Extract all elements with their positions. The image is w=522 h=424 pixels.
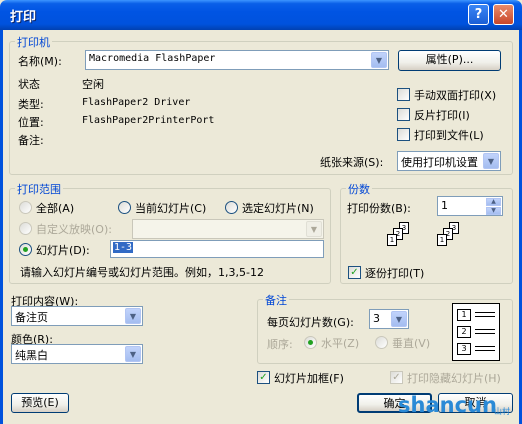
order-label: 顺序: (267, 338, 293, 351)
manual-duplex-checkbox[interactable] (397, 88, 410, 101)
range-selection-radio[interactable] (225, 201, 238, 214)
print-hidden-label: 打印隐藏幻灯片(H) (407, 372, 501, 385)
note-line (475, 329, 495, 330)
handouts-legend: 备注 (263, 292, 289, 308)
printer-name-combo[interactable]: Macromedia FlashPaper ▼ (85, 50, 389, 70)
window-title: 打印 (10, 10, 37, 25)
print-what-value: 备注页 (15, 311, 48, 324)
page-icon: 1 (437, 234, 447, 246)
copies-legend: 份数 (346, 181, 372, 197)
properties-button[interactable]: 属性(P)... (398, 50, 501, 71)
copies-count-value: 1 (441, 199, 448, 212)
range-hint: 请输入幻灯片编号或幻灯片范围。例如，1,3,5-12 (20, 266, 264, 279)
copies-spinner[interactable]: 1 ▲ ▼ (437, 196, 503, 216)
handout-preview: 1 2 3 (452, 303, 500, 361)
print-what-combo[interactable]: 备注页 ▼ (11, 306, 143, 326)
close-button[interactable]: ✕ (493, 4, 514, 25)
range-all-label: 全部(A) (36, 202, 75, 215)
note-line (475, 350, 495, 351)
location-value: FlashPaper2PrinterPort (82, 115, 215, 126)
help-button[interactable]: ? (468, 4, 489, 25)
collate-label: 逐份打印(T) (365, 267, 425, 280)
spin-down-icon[interactable]: ▼ (486, 207, 501, 215)
range-current-radio[interactable] (118, 201, 131, 214)
slides-input-value: 1-3 (113, 242, 134, 253)
range-all-radio[interactable] (19, 201, 32, 214)
preview-button[interactable]: 预览(E) (11, 393, 69, 413)
status-value: 空闲 (82, 78, 104, 91)
note-line (475, 316, 495, 317)
per-page-label: 每页幻灯片数(G): (267, 316, 354, 329)
frame-slides-checkbox[interactable]: ✓ (257, 371, 270, 384)
range-current-label: 当前幻灯片(C) (135, 202, 207, 215)
spin-up-icon[interactable]: ▲ (486, 198, 501, 206)
preview-slide: 1 (457, 309, 471, 321)
chevron-down-icon: ▼ (125, 308, 141, 324)
type-value: FlashPaper2 Driver (82, 97, 191, 108)
order-vertical-label: 垂直(V) (392, 337, 431, 350)
color-combo[interactable]: 纯黑白 ▼ (11, 344, 143, 364)
type-label: 类型: (18, 98, 44, 111)
collate-icon: 3 2 1 (433, 222, 473, 260)
page-icon: 1 (387, 234, 397, 246)
paper-source-label: 纸张来源(S): (320, 156, 384, 169)
print-hidden-checkbox[interactable]: ✓ (390, 371, 403, 384)
note-line (475, 346, 495, 347)
preview-slide: 3 (457, 343, 471, 355)
print-to-file-label: 打印到文件(L) (414, 129, 484, 142)
chevron-down-icon: ▼ (306, 221, 322, 237)
order-horizontal-label: 水平(Z) (321, 337, 360, 350)
order-vertical-radio[interactable] (375, 336, 388, 349)
preview-slide: 2 (457, 326, 471, 338)
note-line (475, 333, 495, 334)
status-label: 状态 (18, 78, 40, 91)
watermark-subtext: 山村 (494, 407, 510, 416)
paper-source-combo[interactable]: 使用打印机设置 ▼ (397, 151, 501, 171)
color-value: 纯黑白 (15, 349, 48, 362)
title-bar (0, 0, 522, 30)
chevron-down-icon: ▼ (125, 346, 141, 362)
window-frame-left (0, 30, 3, 424)
custom-show-combo[interactable]: ▼ (132, 219, 324, 239)
manual-duplex-label: 手动双面打印(X) (414, 89, 497, 102)
printer-name-label: 名称(M): (18, 55, 62, 68)
print-to-file-checkbox[interactable] (397, 128, 410, 141)
range-slides-radio[interactable] (19, 243, 32, 256)
paper-source-value: 使用打印机设置 (401, 156, 478, 169)
slides-input[interactable]: 1-3 (110, 240, 324, 258)
reverse-print-label: 反片打印(I) (414, 109, 470, 122)
frame-slides-label: 幻灯片加框(F) (274, 372, 344, 385)
chevron-down-icon: ▼ (391, 311, 407, 327)
watermark-logo: shancun (398, 393, 497, 417)
chevron-down-icon: ▼ (483, 153, 499, 169)
reverse-print-checkbox[interactable] (397, 108, 410, 121)
range-custom-label: 自定义放映(O): (36, 223, 112, 236)
printer-name-value: Macromedia FlashPaper (89, 53, 216, 64)
order-horizontal-radio[interactable] (304, 336, 317, 349)
location-label: 位置: (18, 116, 44, 129)
comment-label: 备注: (18, 134, 44, 147)
note-line (475, 312, 495, 313)
print-range-legend: 打印范围 (15, 181, 63, 197)
chevron-down-icon: ▼ (371, 52, 387, 68)
per-page-combo[interactable]: 3 ▼ (369, 309, 409, 329)
range-slides-label: 幻灯片(D): (36, 244, 90, 257)
per-page-value: 3 (373, 312, 380, 325)
range-custom-radio[interactable] (19, 222, 32, 235)
range-selection-label: 选定幻灯片(N) (242, 202, 314, 215)
collate-icon: 3 2 1 (383, 222, 423, 260)
copies-count-label: 打印份数(B): (347, 202, 411, 215)
collate-checkbox[interactable]: ✓ (348, 266, 361, 279)
printer-legend: 打印机 (15, 34, 52, 50)
